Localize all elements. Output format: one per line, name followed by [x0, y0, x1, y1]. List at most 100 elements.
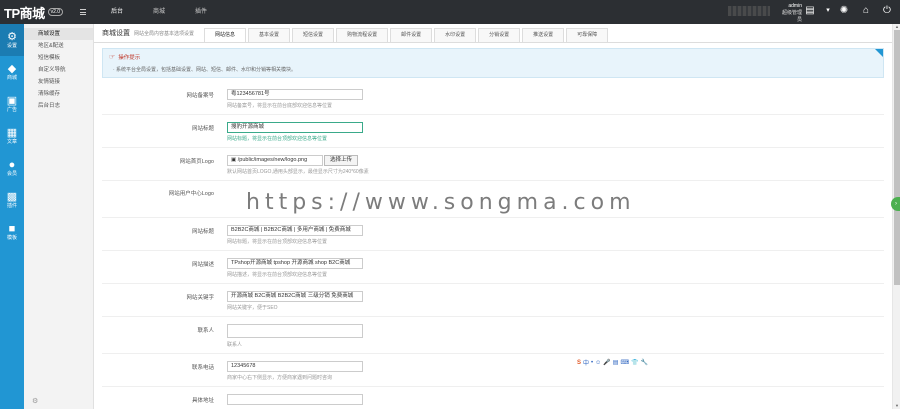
site-name-field[interactable]: 搜豹开源商城 [227, 122, 363, 133]
form-row: 网站备案号 粤123456781号 网站备案号，将显示在前台底部欢迎信息等位置 [102, 82, 884, 115]
document-icon: ▦ [6, 126, 18, 139]
rail-item-ads[interactable]: ▣ 广告 [0, 88, 24, 120]
tips-text: · 系统平台全局设置，包括基础设置、网站、短信、邮件、水印和分销等相关模块。 [113, 67, 297, 73]
user-info[interactable]: admin 超级管理员 [780, 3, 802, 24]
field-hint: 网站标题，将显示在前台顶部欢迎信息等位置 [227, 136, 328, 142]
tab-bar: 商城设置 网站全局内容基本选项设置 网站信息 基本设置 短信设置 购物流程设置 … [94, 24, 892, 42]
home-icon[interactable]: ⌂ [860, 5, 872, 17]
scroll-thumb[interactable] [894, 30, 900, 285]
field-label: 网站标题 [191, 229, 214, 235]
field-hint: 网站标题，将显示在前台顶部欢迎信息等位置 [227, 239, 328, 245]
id-card-icon[interactable]: ▤ [804, 5, 816, 17]
chevron-down-icon[interactable]: ▾ [822, 5, 834, 17]
ime-keyboard-icon[interactable]: ▤ [613, 359, 619, 366]
field-label: 具体地址 [191, 398, 214, 404]
folder-icon: ■ [8, 222, 16, 235]
submenu-item-sms-templates[interactable]: 短信模板 [24, 52, 93, 64]
form-row: 网站标题 搜豹开源商城 网站标题，将显示在前台顶部欢迎信息等位置 [102, 115, 884, 148]
rail-label: 文章 [6, 138, 17, 145]
user-role: 超级管理员 [781, 10, 802, 23]
icp-number-field[interactable]: 粤123456781号 [227, 89, 363, 100]
ime-lang-toggle[interactable]: 中 [583, 358, 589, 367]
submenu-item-friend-links[interactable]: 友情链接 [24, 76, 93, 88]
contact-name-field[interactable] [227, 324, 363, 338]
submenu-item-custom-nav[interactable]: 自定义导航 [24, 64, 93, 76]
users-icon: ● [8, 158, 16, 171]
diamond-icon: ◆ [7, 62, 17, 75]
form-row: 网站描述 TPshop开源商城 tpshop 开源商城 shop B2C商城 网… [102, 251, 884, 284]
submenu-item-clear-cache[interactable]: 清除缓存 [24, 88, 93, 100]
tab-watermark[interactable]: 水印设置 [434, 28, 477, 42]
upload-button[interactable]: 选择上传 [324, 155, 359, 166]
site-keywords-field[interactable]: 开源商城 B2C商城 B2B2C商城 三级分销 免费商城 [227, 291, 363, 302]
scroll-down-arrow[interactable]: ▼ [893, 403, 900, 409]
collapse-corner-icon[interactable] [875, 49, 883, 57]
tab-divider [94, 42, 892, 43]
image-icon: ▣ [231, 157, 238, 163]
rail-label: 会员 [6, 170, 17, 177]
monitor-icon: ▣ [6, 94, 18, 107]
rail-item-settings[interactable]: ⚙ 设置 [0, 24, 24, 56]
form-row: 具体地址 [102, 387, 884, 405]
field-hint: 网站描述，将显示在前台顶部欢迎信息等位置 [227, 272, 328, 278]
rail-item-mall[interactable]: ◆ 商城 [0, 56, 24, 88]
ime-punctuation-icon[interactable]: • [591, 360, 593, 366]
field-hint: 网站备案号，将显示在前台底部欢迎信息等位置 [227, 103, 333, 109]
form-row: 网站关键字 开源商城 B2C商城 B2B2C商城 三级分销 免费商城 网站关键字… [102, 284, 884, 317]
grid-icon: ▩ [6, 190, 18, 203]
field-hint: 默认网站首页LOGO,通用头部显示，最佳显示尺寸为240*60像素 [227, 169, 369, 175]
field-hint: 网站关键字，便于SEO [227, 305, 278, 311]
tab-basic[interactable]: 基本设置 [248, 28, 291, 42]
rail-label: 商城 [6, 74, 17, 81]
vertical-scrollbar[interactable]: ▲ ▼ [892, 24, 900, 409]
user-name: admin [788, 3, 802, 9]
ime-emoji-icon[interactable]: ☺ [595, 360, 601, 366]
logo-text: TP商城 [4, 5, 45, 21]
blurred-text [728, 6, 770, 16]
topnav-item-mall[interactable]: 商城 [138, 0, 180, 24]
form-row: 网站首页Logo ▣ /public/images/new/logo.png 选… [102, 148, 884, 181]
rail-item-articles[interactable]: ▦ 文章 [0, 120, 24, 152]
rail-item-plugins[interactable]: ▩ 插件 [0, 184, 24, 216]
page-subtitle: 网站全局内容基本选项设置 [134, 31, 195, 37]
contact-phone-field[interactable]: 12345678 [227, 361, 363, 372]
tab-site-info[interactable]: 网站信息 [204, 28, 247, 42]
topnav-item-backend[interactable]: 后台 [96, 0, 138, 24]
floating-help-icon[interactable]: › [891, 197, 900, 211]
address-field[interactable] [227, 394, 363, 405]
logo-path-field[interactable]: ▣ /public/images/new/logo.png [227, 155, 323, 166]
tab-email[interactable]: 邮件设置 [390, 28, 433, 42]
field-label: 联系人 [197, 328, 214, 334]
field-label: 网站备案号 [186, 93, 214, 99]
ime-toolbar[interactable]: S 中 • ☺ 🎤 ▤ ⌨ 👕 🔧 [577, 358, 648, 368]
submenu-item-mall-settings[interactable]: 商城设置 [24, 28, 93, 40]
tips-title: 操作提示 [118, 55, 141, 61]
submenu-item-region-shipping[interactable]: 地区&配送 [24, 40, 93, 52]
tab-sms[interactable]: 短信设置 [292, 28, 335, 42]
form-row: 联系电话 12345678 商家中心右下侧显示，方便商家遇到问题时咨询 [102, 354, 884, 387]
field-label: 网站标题 [191, 126, 214, 132]
top-bar: TP商城 v2.0 后台 商城 插件 admin 超级管理员 ▤ ▾ ✺ ⌂ ⏻ [0, 0, 900, 24]
tab-distribution[interactable]: 分销设置 [478, 28, 521, 42]
ime-softkeyboard-icon[interactable]: ⌨ [620, 359, 629, 366]
rail-item-templates[interactable]: ■ 模板 [0, 216, 24, 248]
ime-voice-icon[interactable]: 🎤 [603, 359, 610, 366]
power-icon[interactable]: ⏻ [881, 5, 893, 17]
rail-item-members[interactable]: ● 会员 [0, 152, 24, 184]
ime-skin-icon[interactable]: 👕 [631, 359, 638, 366]
tab-shopping-flow[interactable]: 购物流程设置 [336, 28, 389, 42]
settings-gear-icon[interactable]: ⚙ [32, 397, 38, 405]
rail-label: 模板 [6, 234, 17, 241]
site-title-field[interactable]: B2B2C商城 | B2B2C商城 | 多用户商城 | 免费商城 [227, 225, 363, 236]
topnav-item-plugins[interactable]: 插件 [180, 0, 222, 24]
field-label: 网站描述 [191, 262, 214, 268]
network-icon[interactable]: ✺ [838, 5, 850, 17]
tab-guarantee[interactable]: 可靠保障 [566, 28, 609, 42]
ime-tools-icon[interactable]: 🔧 [641, 359, 648, 366]
field-label: 网站关键字 [186, 295, 214, 301]
hand-pointer-icon: ☞ [109, 54, 116, 61]
menu-toggle-icon[interactable] [80, 9, 86, 15]
site-description-field[interactable]: TPshop开源商城 tpshop 开源商城 shop B2C商城 [227, 258, 363, 269]
submenu-item-admin-log[interactable]: 后台日志 [24, 100, 93, 112]
tab-push[interactable]: 推送设置 [522, 28, 565, 42]
